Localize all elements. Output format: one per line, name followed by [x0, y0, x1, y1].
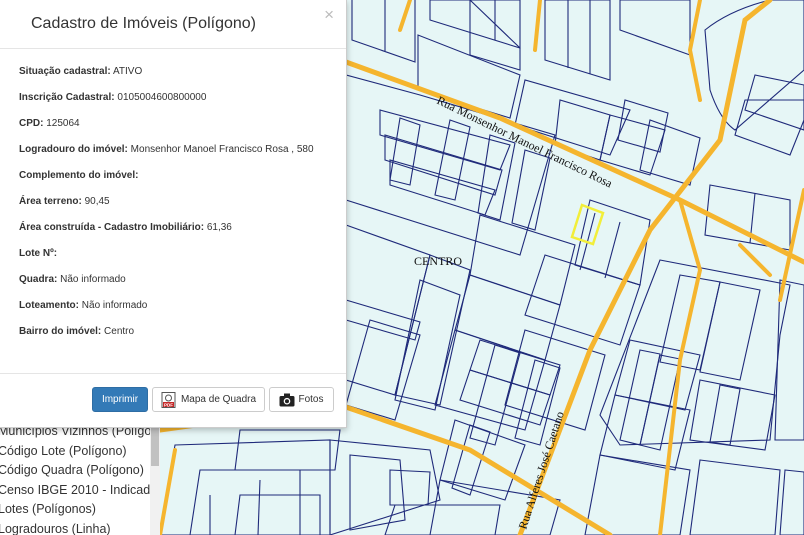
field-inscricao: Inscrição Cadastral: 0105004600800000	[19, 92, 314, 118]
field-label: Loteamento:	[19, 300, 79, 311]
layers-panel: Municípios Vizinhos (Polígono) Código Lo…	[0, 422, 160, 535]
field-value: Centro	[104, 326, 135, 337]
layer-item[interactable]: Lotes (Polígonos)	[0, 500, 160, 520]
field-area-construida: Área construída - Cadastro Imobiliário: …	[19, 222, 314, 248]
field-quadra: Quadra: Não informado	[19, 274, 314, 300]
field-value: Não informado	[81, 300, 148, 311]
field-area-terreno: Área terreno: 90,45	[19, 196, 314, 222]
district-label: CENTRO	[414, 254, 462, 268]
field-label: CPD:	[19, 118, 44, 129]
field-label: Área construída - Cadastro Imobiliário:	[19, 222, 205, 233]
field-label: Lote Nº:	[19, 248, 58, 259]
field-loteamento: Loteamento: Não informado	[19, 300, 314, 326]
field-lote: Lote Nº:	[19, 248, 314, 274]
property-info-popup: Cadastro de Imóveis (Polígono) × Situaçã…	[0, 0, 347, 428]
field-complemento: Complemento do imóvel:	[19, 170, 314, 196]
photos-button[interactable]: Fotos	[269, 387, 334, 412]
footer-divider	[0, 373, 346, 374]
pdf-icon: PDF	[161, 391, 177, 408]
field-label: Situação cadastral:	[19, 66, 111, 77]
svg-text:PDF: PDF	[164, 402, 173, 407]
field-label: Quadra:	[19, 274, 58, 285]
field-value: 0105004600800000	[117, 92, 207, 103]
print-button-label: Imprimir	[101, 394, 139, 405]
photos-button-label: Fotos	[298, 394, 324, 405]
field-value: Não informado	[60, 274, 126, 285]
field-label: Complemento do imóvel:	[19, 170, 139, 181]
layer-item[interactable]: Código Quadra (Polígono)	[0, 461, 160, 481]
property-fields: Situação cadastral: ATIVO Inscrição Cada…	[19, 66, 314, 352]
field-value: ATIVO	[112, 66, 143, 77]
camera-icon	[279, 393, 295, 407]
layer-item[interactable]: Censo IBGE 2010 - Indicadores	[0, 481, 160, 501]
layer-item[interactable]: Logradouros (Linha)	[0, 520, 160, 535]
scroll-thumb[interactable]	[151, 426, 159, 466]
print-button[interactable]: Imprimir	[92, 387, 148, 412]
layer-item[interactable]: Código Lote (Polígono)	[0, 442, 160, 462]
field-value: 125064	[46, 118, 80, 129]
block-map-button-label: Mapa de Quadra	[180, 394, 257, 405]
field-label: Bairro do imóvel:	[19, 326, 102, 337]
field-bairro: Bairro do imóvel: Centro	[19, 326, 314, 352]
field-label: Área terreno:	[19, 196, 82, 207]
close-icon[interactable]: ×	[324, 5, 334, 25]
field-value: Monsenhor Manoel Francisco Rosa , 580	[130, 144, 314, 155]
field-label: Logradouro do imóvel:	[19, 144, 128, 155]
field-cpd: CPD: 125064	[19, 118, 314, 144]
field-value: 90,45	[84, 196, 110, 207]
layers-scrollbar[interactable]	[150, 422, 160, 535]
header-divider	[0, 48, 346, 49]
field-label: Inscrição Cadastral:	[19, 92, 115, 103]
field-value: 61,36	[206, 222, 232, 233]
popup-title: Cadastro de Imóveis (Polígono)	[31, 15, 256, 32]
field-situacao: Situação cadastral: ATIVO	[19, 66, 314, 92]
field-logradouro: Logradouro do imóvel: Monsenhor Manoel F…	[19, 144, 314, 170]
block-map-button[interactable]: PDF Mapa de Quadra	[152, 387, 265, 412]
